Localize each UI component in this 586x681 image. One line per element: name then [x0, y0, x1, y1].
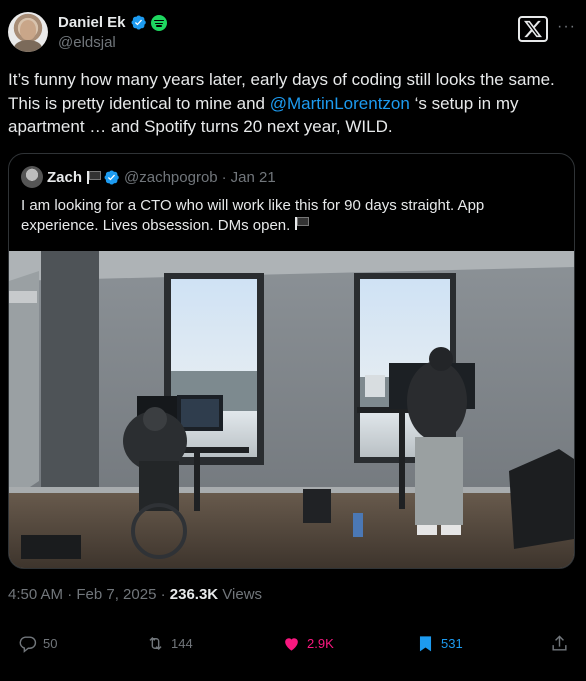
- more-options-icon[interactable]: ···: [557, 18, 576, 36]
- author-name-row: Daniel Ek: [58, 14, 167, 31]
- quote-date[interactable]: Jan 21: [231, 169, 276, 186]
- repost-button[interactable]: 144: [146, 634, 193, 653]
- reply-icon: [19, 636, 37, 653]
- verified-badge-icon: [104, 169, 119, 185]
- like-count: 2.9K: [307, 636, 334, 651]
- quote-text-body: I am looking for a CTO who will work lik…: [21, 197, 485, 234]
- verified-badge-icon: [131, 15, 146, 30]
- tweet-timestamp: 4:50 AM · Feb 7, 2025 · 236.3K Views: [8, 586, 262, 603]
- quote-avatar[interactable]: [21, 166, 43, 188]
- quote-header: Zach @zachpogrob · Jan 21: [21, 166, 276, 188]
- share-button[interactable]: [550, 634, 569, 653]
- quote-photo[interactable]: [9, 251, 574, 568]
- bookmark-filled-icon: [419, 636, 432, 652]
- tweet-header: Daniel Ek @eldsjal ···: [8, 12, 576, 56]
- quote-author-handle[interactable]: @zachpogrob: [124, 169, 218, 186]
- repost-count: 144: [171, 636, 193, 651]
- heart-filled-icon: [285, 638, 298, 651]
- flag-icon: [294, 216, 309, 230]
- quote-author-name[interactable]: Zach: [47, 169, 82, 186]
- author-avatar[interactable]: [8, 12, 48, 52]
- views-label: Views: [218, 586, 263, 603]
- spotify-affiliate-icon[interactable]: [150, 14, 167, 31]
- timestamp-text[interactable]: 4:50 AM · Feb 7, 2025 ·: [8, 586, 170, 603]
- views-count: 236.3K: [169, 586, 219, 603]
- mention-link[interactable]: @MartinLorentzon: [270, 94, 410, 113]
- quoted-tweet[interactable]: Zach @zachpogrob · Jan 21 I am looking f…: [8, 153, 575, 569]
- reply-count: 50: [43, 636, 58, 651]
- like-button[interactable]: 2.9K: [282, 634, 334, 653]
- repost-icon: [149, 636, 162, 651]
- bookmark-button[interactable]: 531: [416, 634, 463, 653]
- quote-text: I am looking for a CTO who will work lik…: [21, 196, 561, 236]
- author-name[interactable]: Daniel Ek: [58, 14, 126, 31]
- share-icon: [552, 635, 567, 651]
- author-handle[interactable]: @eldsjal: [58, 34, 116, 51]
- x-logo-icon[interactable]: [518, 16, 548, 42]
- action-bar: 50 144 2.9K 531: [18, 634, 573, 658]
- quote-separator: ·: [221, 168, 227, 186]
- reply-button[interactable]: 50: [18, 634, 57, 653]
- tweet-text: It’s funny how many years later, early d…: [8, 68, 578, 139]
- bookmark-count: 531: [441, 636, 463, 651]
- flag-icon: [86, 170, 101, 184]
- office-photo-illustration: [9, 251, 574, 568]
